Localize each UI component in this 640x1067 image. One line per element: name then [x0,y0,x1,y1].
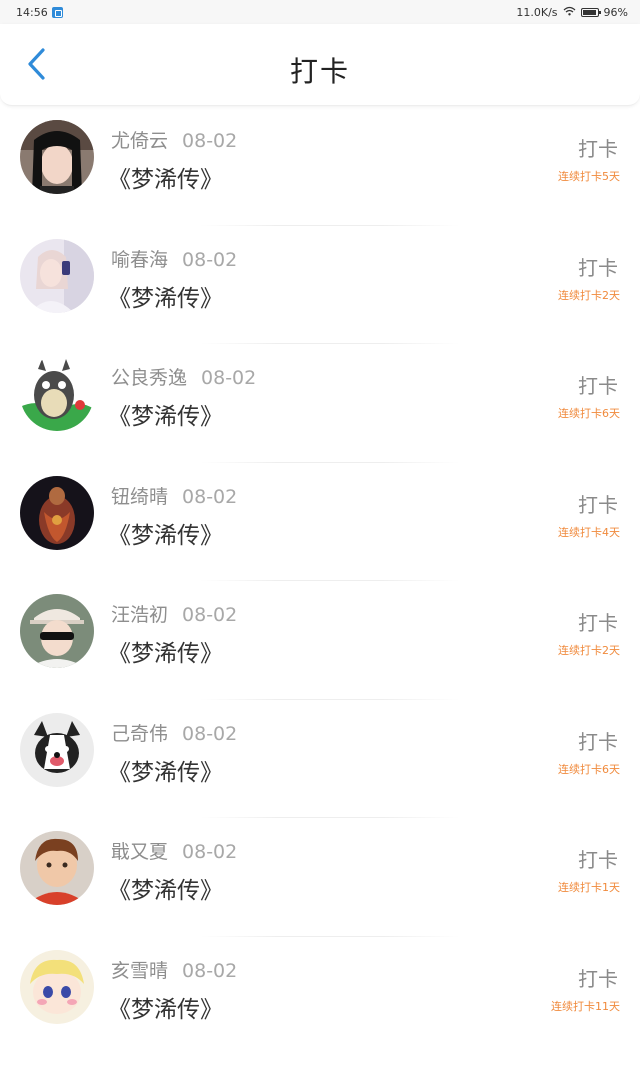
checkin-label: 打卡 [578,611,618,635]
checkin-date: 08-02 [182,722,238,745]
divider [200,224,460,226]
user-name-text: 己奇伟 [111,722,169,745]
streak-text: 连续打卡6天 [558,762,620,776]
streak-text: 连续打卡1天 [558,881,620,894]
user-name: 戢又夏 08-02 [111,837,237,864]
user-name-text: 喻春海 [111,248,169,271]
divider [200,935,460,937]
list-item[interactable]: 戢又夏 08-02 《梦浠传》 打卡 连续打卡1天 [0,817,640,936]
streak-text: 连续打卡11天 [551,999,620,1013]
checkin-date: 08-02 [201,367,257,389]
book-title[interactable]: 《梦浠传》 [108,516,223,550]
checkin-label: 打卡 [578,848,618,872]
divider [200,461,460,463]
checkin-date: 08-02 [182,841,238,863]
checkin-date: 08-02 [182,248,238,271]
user-name: 亥雪晴 08-02 [111,956,237,983]
streak-text: 连续打卡6天 [558,407,620,420]
user-name: 钮绮晴 08-02 [111,482,237,509]
divider [200,580,460,581]
user-name: 汪浩初 08-02 [111,600,237,627]
list-item[interactable]: 公良秀逸 08-02 《梦浠传》 打卡 连续打卡6天 [0,343,640,462]
user-name: 公良秀逸 08-02 [111,363,256,390]
user-name: 尤倚云 08-02 [111,126,237,153]
list-item[interactable]: 己奇伟 08-02 《梦浠传》 打卡 连续打卡6天 [0,698,640,818]
checkin-date: 08-02 [182,130,238,152]
network-speed: 11.0K/s [516,5,558,19]
checkin-label: 打卡 [578,492,618,517]
user-name-text: 汪浩初 [111,604,169,626]
divider [200,343,460,344]
checkin-date: 08-02 [182,604,238,626]
user-name-text: 尤倚云 [111,130,169,152]
book-title[interactable]: 《梦浠传》 [108,160,223,194]
user-name-text: 亥雪晴 [111,959,169,982]
streak-text: 连续打卡4天 [558,525,620,539]
battery-icon [580,7,601,17]
checkin-date: 08-02 [182,959,238,982]
checkin-date: 08-02 [182,485,238,508]
streak-text: 连续打卡5天 [558,170,620,183]
streak-text: 连续打卡2天 [558,288,620,302]
checkin-label: 打卡 [578,966,618,991]
checkin-label: 打卡 [578,255,618,280]
list-item[interactable]: 汪浩初 08-02 《梦浠传》 打卡 连续打卡2天 [0,580,640,699]
book-title[interactable]: 《梦浠传》 [108,871,223,905]
user-name-text: 戢又夏 [111,841,169,863]
user-name-text: 公良秀逸 [111,367,188,389]
checkin-label: 打卡 [578,374,618,398]
divider [200,817,460,818]
app-notification-icon [51,6,63,18]
battery-level: 96% [603,5,628,19]
list-item[interactable]: 钮绮晴 08-02 《梦浠传》 打卡 连续打卡4天 [0,461,640,581]
avatar[interactable] [20,594,94,668]
checkin-list: 尤倚云 08-02 《梦浠传》 打卡 连续打卡5天 喻春海 08-02 《梦浠传》 … [0,106,640,1054]
status-bar: 14:56 11.0K/s 96% [0,0,640,24]
book-title[interactable]: 《梦浠传》 [108,753,223,787]
avatar[interactable] [20,357,94,431]
wifi-icon [563,6,576,19]
divider [200,698,460,700]
book-title[interactable]: 《梦浠传》 [108,397,223,431]
avatar[interactable] [20,831,94,905]
book-title[interactable]: 《梦浠传》 [108,279,223,313]
user-name: 喻春海 08-02 [111,245,237,272]
status-right: 11.0K/s 96% [516,6,628,19]
page-title: 打卡 [289,55,350,88]
user-name-text: 钮绮晴 [111,485,169,508]
list-item[interactable]: 尤倚云 08-02 《梦浠传》 打卡 连续打卡5天 [0,106,640,225]
checkin-label: 打卡 [578,137,618,161]
streak-text: 连续打卡2天 [558,644,620,657]
list-item[interactable]: 喻春海 08-02 《梦浠传》 打卡 连续打卡2天 [0,224,640,344]
book-title[interactable]: 《梦浠传》 [108,634,223,668]
book-title[interactable]: 《梦浠传》 [108,990,223,1024]
status-time: 14:56 [16,5,48,19]
avatar[interactable] [20,949,94,1024]
avatar[interactable] [20,712,94,787]
list-item[interactable]: 亥雪晴 08-02 《梦浠传》 打卡 连续打卡11天 [0,935,640,1055]
user-name: 己奇伟 08-02 [111,719,237,746]
avatar[interactable] [20,238,94,313]
app-header: 打卡 [0,24,640,106]
avatar[interactable] [20,475,94,550]
status-left: 14:56 [16,6,63,19]
checkin-label: 打卡 [578,729,618,754]
avatar[interactable] [20,120,94,194]
